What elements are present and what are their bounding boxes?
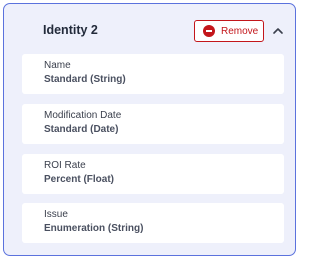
field-label: Issue <box>44 209 68 220</box>
minus-circle-icon <box>203 25 215 37</box>
card-title: Identity 2 <box>43 23 98 37</box>
field-label: Modification Date <box>44 110 122 121</box>
field-label: ROI Rate <box>44 160 86 171</box>
identity-card: Identity 2 Remove Name Standard (String)… <box>3 3 296 256</box>
field-name[interactable]: Name Standard (String) <box>22 54 284 94</box>
remove-button-label: Remove <box>221 25 259 37</box>
field-value: Standard (Date) <box>44 124 119 135</box>
field-label: Name <box>44 60 71 71</box>
card-header: Identity 2 Remove <box>4 4 295 56</box>
field-roi-rate[interactable]: ROI Rate Percent (Float) <box>22 154 284 194</box>
chevron-up-icon[interactable] <box>271 24 285 38</box>
remove-button[interactable]: Remove <box>194 20 264 42</box>
field-value: Enumeration (String) <box>44 223 144 234</box>
field-value: Percent (Float) <box>44 174 115 185</box>
field-modification-date[interactable]: Modification Date Standard (Date) <box>22 104 284 144</box>
field-value: Standard (String) <box>44 74 126 85</box>
field-issue[interactable]: Issue Enumeration (String) <box>22 203 284 243</box>
